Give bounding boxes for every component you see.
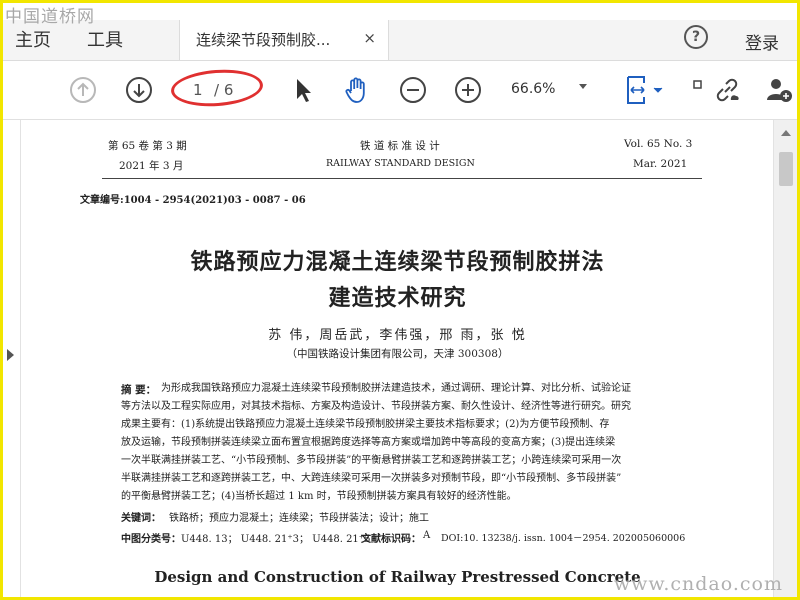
fit-width-icon[interactable] [625, 74, 665, 106]
zoom-in-icon[interactable] [454, 76, 482, 104]
header-date-en: Mar. 2021 [633, 158, 688, 170]
clc-label: 中图分类号： [121, 534, 181, 545]
header-vol-en: Vol. 65 No. 3 [624, 138, 693, 150]
keywords: 铁路桥；预应力混凝土；连续梁；节段拼装法；设计；施工 [169, 513, 429, 524]
doc-code-label: 文献标识码： [361, 534, 421, 545]
abstract-line: 等方法以及工程实际应用，对其技术指标、方案及构造设计、节段拼装方案、耐久性设计、… [121, 401, 631, 412]
zoom-out-icon[interactable] [399, 76, 427, 104]
arrow-up-icon[interactable] [69, 76, 97, 104]
abstract-label: 摘 要： [121, 384, 157, 396]
hand-icon[interactable] [343, 76, 371, 104]
watermark-url: www.cndao.com [613, 573, 783, 595]
document-viewer[interactable]: 第 65 卷 第 3 期 2021 年 3 月 铁 道 标 准 设 计 RAIL… [20, 120, 774, 597]
authors: 苏 伟，周岳武，李伟强，邢 雨，张 悦 [268, 328, 527, 343]
doc-code: A [423, 530, 431, 541]
sidebar-toggle-icon[interactable] [7, 349, 14, 361]
header-date: 2021 年 3 月 [119, 160, 184, 172]
abstract-line: 的平衡悬臂拼装工艺；(4)当桥长超过 1 km 时，节段预制拼装方案具有较好的经… [121, 491, 517, 502]
window: 主页 工具 连续梁节段预制胶... × ? 登录 1 / 6 66.6% 第 6… [0, 0, 800, 600]
menu-bar: 主页 工具 连续梁节段预制胶... × ? 登录 [3, 20, 797, 61]
select-pointer-icon[interactable] [289, 76, 317, 104]
zoom-select[interactable]: 66.6% [511, 81, 555, 97]
scroll-up-icon[interactable] [781, 130, 791, 136]
close-icon[interactable]: × [363, 29, 376, 47]
red-annotation-ellipse [169, 66, 265, 110]
abstract-line: 一次半联满挂拼装工艺、“小节段预制、多节段拼装”的平衡悬臂拼装工艺和逐跨拼装工艺… [121, 455, 622, 466]
header-journal-cn: 铁 道 标 准 设 计 [360, 140, 440, 152]
tab-title: 连续梁节段预制胶... [196, 31, 331, 49]
affiliation: （中国铁路设计集团有限公司，天津 300308） [286, 348, 509, 360]
abstract-line: 成果主要有：(1)系统提出铁路预应力混凝土连续梁节段预制胶拼梁主要技术指标要求；… [121, 419, 610, 430]
article-number: 文章编号:1004 - 2954(2021)03 - 0087 - 06 [80, 195, 306, 206]
clc-number: U448. 13； U448. 21⁺3； U448. 21⁺5 [181, 534, 371, 545]
scrollbar-thumb[interactable] [779, 152, 793, 186]
vertical-scrollbar[interactable] [773, 120, 797, 597]
paper-title-line-2: 建造技术研究 [328, 285, 467, 311]
menu-home[interactable]: 主页 [15, 26, 51, 52]
document-tab[interactable]: 连续梁节段预制胶... × [179, 20, 389, 60]
help-icon[interactable]: ? [684, 25, 708, 49]
doi: DOI:10. 13238/j. issn. 1004－2954. 202005… [441, 533, 686, 544]
chevron-down-icon[interactable] [579, 84, 587, 89]
watermark-logo: 中国道桥网 [5, 7, 95, 27]
paper-title-line-1: 铁路预应力混凝土连续梁节段预制胶拼法 [190, 249, 605, 275]
abstract-line: 为形成我国铁路预应力混凝土连续梁节段预制胶拼法建造技术，通过调研、理论计算、对比… [161, 383, 631, 394]
header-volume: 第 65 卷 第 3 期 [108, 140, 187, 152]
add-user-icon[interactable] [765, 76, 793, 104]
link-icon[interactable] [713, 76, 741, 104]
abstract-line: 半联满挂拼装工艺和逐跨拼装工艺，中、大跨连续梁可采用一次拼装多对预制节段，即“小… [121, 473, 622, 484]
login-button[interactable]: 登录 [745, 29, 779, 54]
toolbar: 1 / 6 66.6% [3, 61, 797, 120]
abstract-line: 放及运输，节段预制拼装连续梁立面布置宜根据跨度选择等高方案或增加跨中等高段的变高… [121, 437, 616, 448]
header-rule [102, 178, 702, 179]
arrow-down-icon[interactable] [125, 76, 153, 104]
more-tools-icon[interactable] [693, 76, 703, 104]
menu-tools[interactable]: 工具 [87, 26, 123, 52]
keywords-label: 关键词： [121, 513, 161, 524]
header-journal-en: RAILWAY STANDARD DESIGN [326, 158, 475, 169]
